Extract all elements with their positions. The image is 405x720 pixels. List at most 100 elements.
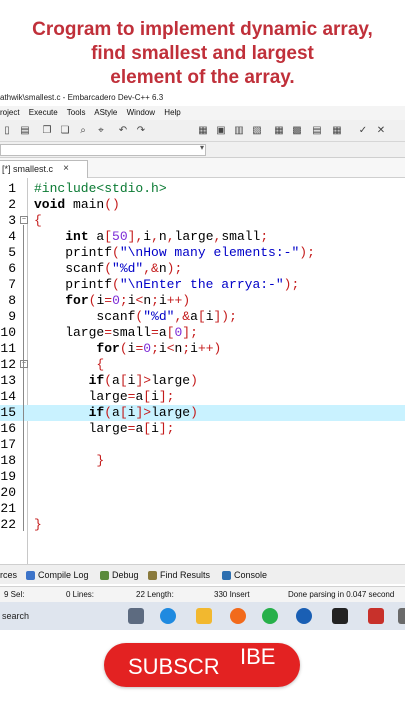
check-icon[interactable]: ✓ xyxy=(356,124,370,138)
tab-compile-log[interactable]: Compile Log xyxy=(26,565,89,585)
menu-item-astyle[interactable]: AStyle xyxy=(94,108,117,117)
code-editor[interactable]: 1 #include<stdio.h> 2 void main() 3−{4 int a… xyxy=(0,178,405,564)
tab-resources[interactable]: rces xyxy=(0,565,17,585)
code-line[interactable]: 1 #include<stdio.h> xyxy=(0,181,405,197)
window-title-bar: athwik\smallest.c - Embarcadero Dev-C++ … xyxy=(0,90,405,106)
replace-icon[interactable]: ⌖ xyxy=(94,124,108,138)
editor-tab-bar: [*] smallest.c × xyxy=(0,158,405,178)
code-line[interactable]: 16 large=a[i]; xyxy=(0,421,405,437)
subscribe-button[interactable]: SUBSCR IBE xyxy=(104,643,300,687)
line-number: 19 xyxy=(0,469,16,484)
run-icon[interactable]: ▣ xyxy=(214,124,228,138)
code-line[interactable]: 5 printf("\nHow many elements:-"); xyxy=(0,245,405,261)
terminal-icon[interactable] xyxy=(332,608,348,624)
fold-toggle-icon[interactable]: − xyxy=(20,216,28,224)
menu-item-execute[interactable]: Execute xyxy=(29,108,58,117)
line-number: 2 xyxy=(8,197,16,212)
code-line[interactable]: 10 large=small=a[0]; xyxy=(0,325,405,341)
code-text: int a[50],i,n,large,small; xyxy=(65,229,269,244)
file-explorer-icon[interactable] xyxy=(196,608,212,624)
close-project-icon[interactable]: ✕ xyxy=(374,124,388,138)
code-line[interactable]: 19 xyxy=(0,469,405,485)
status-lines: 0 Lines: xyxy=(66,590,95,599)
code-text: printf("\nEnter the arrya:-"); xyxy=(34,277,300,292)
code-line[interactable]: 6 scanf("%d",&n); xyxy=(0,261,405,277)
tab-find-results[interactable]: Find Results xyxy=(148,565,210,585)
code-line[interactable]: 11 for(i=0;i<n;i++) xyxy=(0,341,405,357)
fold-guide xyxy=(23,225,24,531)
menu-item-help[interactable]: Help xyxy=(164,108,180,117)
tiles-icon[interactable]: ▦ xyxy=(330,124,344,138)
rebuild-icon[interactable]: ▥ xyxy=(232,124,246,138)
close-icon[interactable]: × xyxy=(63,161,69,177)
task-view-icon[interactable] xyxy=(128,608,144,624)
extra-app-icon[interactable] xyxy=(398,608,405,624)
code-text: { xyxy=(96,357,105,372)
code-line[interactable]: 2 void main() xyxy=(0,197,405,213)
video-headline: Crogram to implement dynamic array, find… xyxy=(0,18,405,90)
code-line[interactable]: 14 large=a[i]; xyxy=(0,389,405,405)
save-icon[interactable]: ▯ xyxy=(0,124,14,138)
firefox-icon[interactable] xyxy=(230,608,246,624)
line-number: 8 xyxy=(8,293,16,308)
code-line[interactable]: 13 if(a[i]>large) xyxy=(0,373,405,389)
line-number: 6 xyxy=(8,261,16,276)
line-number: 3 xyxy=(8,213,16,228)
code-line[interactable]: 21 xyxy=(0,501,405,517)
find-icon[interactable]: ⌕ xyxy=(76,124,90,138)
compile-icon[interactable]: ▦ xyxy=(196,124,210,138)
line-number: 18 xyxy=(0,453,16,468)
status-length: 22 Length: xyxy=(136,590,174,599)
line-number: 9 xyxy=(8,309,16,324)
undo-icon[interactable]: ↶ xyxy=(116,124,130,138)
code-line[interactable]: 12− { xyxy=(0,357,405,373)
tab-smallest-c[interactable]: [*] smallest.c × xyxy=(0,160,88,178)
edge-icon[interactable] xyxy=(160,608,176,624)
redo-icon[interactable]: ↷ xyxy=(134,124,148,138)
code-line[interactable]: 15 if(a[i]>large) xyxy=(0,405,405,421)
headline-line-1: Crogram to implement dynamic array, xyxy=(32,19,373,40)
taskbar-search[interactable]: search xyxy=(2,602,29,630)
fold-toggle-icon[interactable]: − xyxy=(20,360,28,368)
copy-icon[interactable]: ❐ xyxy=(40,124,54,138)
print-icon[interactable]: ▤ xyxy=(18,124,32,138)
code-line[interactable]: 3−{ xyxy=(0,213,405,229)
code-line[interactable]: 20 xyxy=(0,485,405,501)
grid-icon[interactable]: ▦ xyxy=(272,124,286,138)
tab-debug[interactable]: Debug xyxy=(100,565,139,585)
code-line[interactable]: 9 scanf("%d",&a[i]); xyxy=(0,309,405,325)
line-number: 4 xyxy=(8,229,16,244)
menu-item-project[interactable]: roject xyxy=(0,108,20,117)
chart-icon[interactable]: ▩ xyxy=(290,124,304,138)
menu-item-tools[interactable]: Tools xyxy=(67,108,86,117)
devcpp-icon[interactable] xyxy=(368,608,384,624)
whatsapp-icon[interactable] xyxy=(262,608,278,624)
code-text: large=a[i]; xyxy=(34,421,175,436)
line-number: 7 xyxy=(8,277,16,292)
line-number: 5 xyxy=(8,245,16,260)
subscribe-text-2: IBE xyxy=(240,644,276,669)
code-line[interactable]: 8 for(i=0;i<n;i++) xyxy=(0,293,405,309)
app-icon[interactable] xyxy=(296,608,312,624)
menu-item-window[interactable]: Window xyxy=(127,108,155,117)
code-line[interactable]: 18 } xyxy=(0,453,405,469)
layout-icon[interactable]: ▤ xyxy=(310,124,324,138)
scope-dropdown[interactable]: ▾ xyxy=(0,143,206,156)
code-line[interactable]: 7 printf("\nEnter the arrya:-"); xyxy=(0,277,405,293)
line-number: 22 xyxy=(0,517,16,532)
code-text: scanf("%d",&n); xyxy=(34,261,183,276)
line-number: 20 xyxy=(0,485,16,500)
tab-console[interactable]: Console xyxy=(222,565,267,585)
paste-icon[interactable]: ❏ xyxy=(58,124,72,138)
code-text: for(i=0;i<n;i++) xyxy=(96,341,222,356)
line-number: 16 xyxy=(0,421,16,436)
find-results-icon xyxy=(148,571,157,581)
code-text: if(a[i]>large) xyxy=(88,405,198,420)
debug-icon[interactable]: ▧ xyxy=(250,124,264,138)
debug-icon xyxy=(100,571,109,581)
line-number: 10 xyxy=(0,325,16,340)
tab-compile-log-label: Compile Log xyxy=(38,570,89,580)
code-line[interactable]: 17 xyxy=(0,437,405,453)
code-line[interactable]: 22} xyxy=(0,517,405,533)
code-line[interactable]: 4 int a[50],i,n,large,small; xyxy=(0,229,405,245)
